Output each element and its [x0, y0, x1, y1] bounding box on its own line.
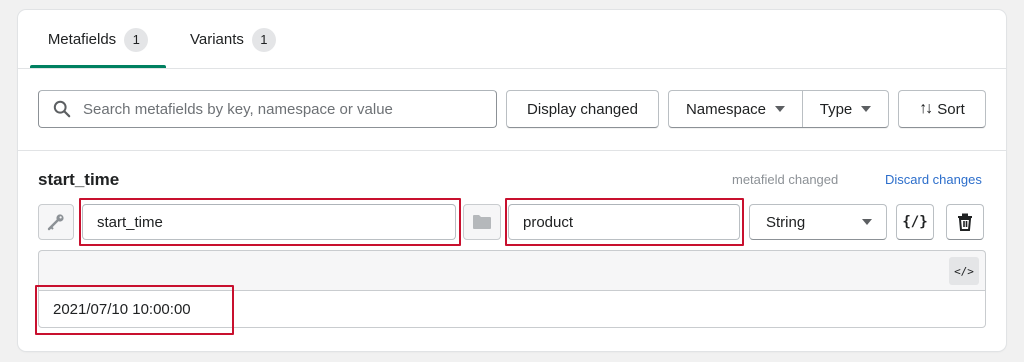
display-changed-button[interactable]: Display changed	[506, 90, 659, 128]
delete-button[interactable]	[946, 204, 984, 240]
tab-bar: Metafields 1 Variants 1	[18, 10, 1006, 69]
type-filter-button[interactable]: Type	[803, 91, 888, 127]
value-field[interactable]: 2021/07/10 10:00:00	[38, 290, 986, 328]
type-filter-label: Type	[819, 100, 853, 118]
metafield-status: metafield changed	[732, 172, 839, 187]
json-format-button[interactable]: {/}	[896, 204, 934, 240]
value-text: 2021/07/10 10:00:00	[53, 300, 191, 318]
sort-label: Sort	[937, 100, 965, 118]
discard-changes-link[interactable]: Discard changes	[885, 172, 982, 187]
chevron-down-icon	[862, 219, 872, 225]
key-icon	[47, 214, 64, 231]
tab-variants-label: Variants	[190, 31, 244, 48]
namespace-filter-label: Namespace	[685, 100, 767, 118]
active-tab-indicator	[30, 65, 166, 68]
folder-icon-box	[463, 204, 501, 240]
value-editor-toolbar: </>	[38, 250, 986, 290]
search-icon	[53, 100, 71, 118]
namespace-value: product	[523, 213, 574, 231]
key-field[interactable]: start_time	[82, 204, 456, 240]
key-icon-box	[38, 204, 74, 240]
tab-metafields-label: Metafields	[47, 31, 117, 48]
filter-button-group: Namespace Type	[668, 90, 889, 128]
tab-variants-count: 1	[251, 27, 276, 52]
sort-button[interactable]: ↑↓ Sort	[898, 90, 986, 128]
namespace-field[interactable]: product	[508, 204, 740, 240]
search-input[interactable]	[83, 100, 463, 118]
metafield-title: start_time	[38, 170, 120, 189]
search-field[interactable]	[38, 90, 497, 128]
key-value: start_time	[97, 213, 163, 231]
type-select[interactable]: String	[749, 204, 887, 240]
tab-variants[interactable]: Variants 1	[190, 10, 276, 69]
tab-metafields[interactable]: Metafields 1	[30, 10, 166, 69]
metafields-card: Metafields 1 Variants 1 Display changed …	[18, 10, 1006, 351]
folder-icon	[473, 215, 491, 229]
section-divider	[18, 150, 1006, 151]
trash-icon	[958, 213, 972, 231]
tab-metafields-count: 1	[124, 27, 149, 52]
chevron-down-icon	[861, 106, 872, 112]
type-select-value: String	[766, 213, 806, 231]
namespace-filter-button[interactable]: Namespace	[669, 91, 803, 127]
chevron-down-icon	[775, 106, 786, 112]
code-icon[interactable]: </>	[949, 257, 979, 285]
sort-icon: ↑↓	[919, 100, 933, 117]
